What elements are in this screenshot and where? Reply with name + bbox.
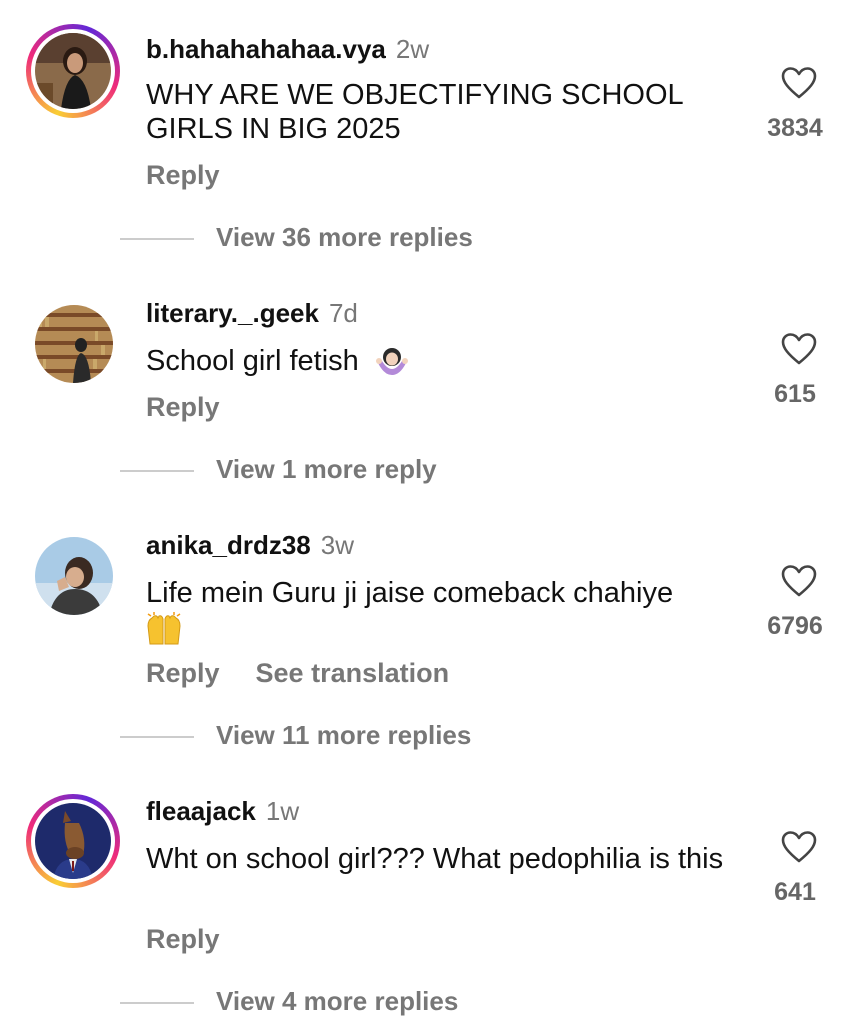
comment-text: School girl fetish (146, 345, 359, 377)
like-heart-icon[interactable] (780, 830, 818, 864)
comment-timestamp: 3w (320, 530, 354, 560)
comment-timestamp: 2w (395, 34, 430, 64)
comment-text: Life mein Guru ji jaise comeback chahiye (146, 577, 674, 609)
avatar[interactable] (26, 296, 120, 390)
view-more-replies-button[interactable]: View 36 more replies (120, 222, 473, 253)
like-heart-icon[interactable] (780, 332, 818, 366)
like-heart-icon[interactable] (780, 66, 818, 100)
like-count: 6796 (767, 612, 823, 640)
comment-username[interactable]: fleaajack (146, 796, 256, 826)
avatar[interactable] (26, 24, 120, 118)
like-count: 615 (774, 380, 816, 408)
reply-button[interactable]: Reply (146, 658, 220, 688)
like-heart-icon[interactable] (780, 564, 818, 598)
replies-divider (120, 238, 194, 241)
like-count: 3834 (767, 114, 823, 142)
shrug-emoji-icon (375, 348, 408, 376)
view-replies-label: View 1 more reply (216, 454, 437, 484)
comment-timestamp: 7d (328, 298, 358, 328)
view-replies-label: View 36 more replies (216, 222, 473, 252)
replies-divider (120, 1002, 194, 1005)
like-count: 641 (774, 878, 816, 906)
avatar[interactable] (26, 528, 120, 622)
profile-photo-icon (35, 537, 113, 615)
comment-username[interactable]: b.hahahahahaa.vya (146, 34, 386, 64)
see-translation-button[interactable]: See translation (256, 658, 450, 688)
profile-photo-icon (35, 305, 113, 383)
reply-button[interactable]: Reply (146, 392, 220, 422)
comment-username[interactable]: literary._.geek (146, 298, 319, 328)
comment-username[interactable]: anika_drdz38 (146, 530, 311, 560)
comment-text: WHY ARE WE OBJECTIFYING SCHOOL GIRLS IN … (146, 79, 683, 145)
avatar[interactable] (26, 794, 120, 888)
view-replies-label: View 4 more replies (216, 986, 459, 1016)
raising-hands-emoji-icon (147, 612, 181, 645)
view-more-replies-button[interactable]: View 11 more replies (120, 720, 471, 751)
view-replies-label: View 11 more replies (216, 720, 472, 750)
profile-photo-icon (35, 33, 111, 109)
comment-timestamp: 1w (265, 796, 300, 826)
comment-text: Wht on school girl??? What pedophilia is… (146, 843, 724, 875)
reply-button[interactable]: Reply (146, 924, 220, 954)
view-more-replies-button[interactable]: View 1 more reply (120, 454, 437, 485)
profile-photo-icon (35, 803, 111, 879)
reply-button[interactable]: Reply (146, 160, 220, 190)
replies-divider (120, 470, 194, 473)
view-more-replies-button[interactable]: View 4 more replies (120, 986, 458, 1017)
replies-divider (120, 736, 194, 739)
